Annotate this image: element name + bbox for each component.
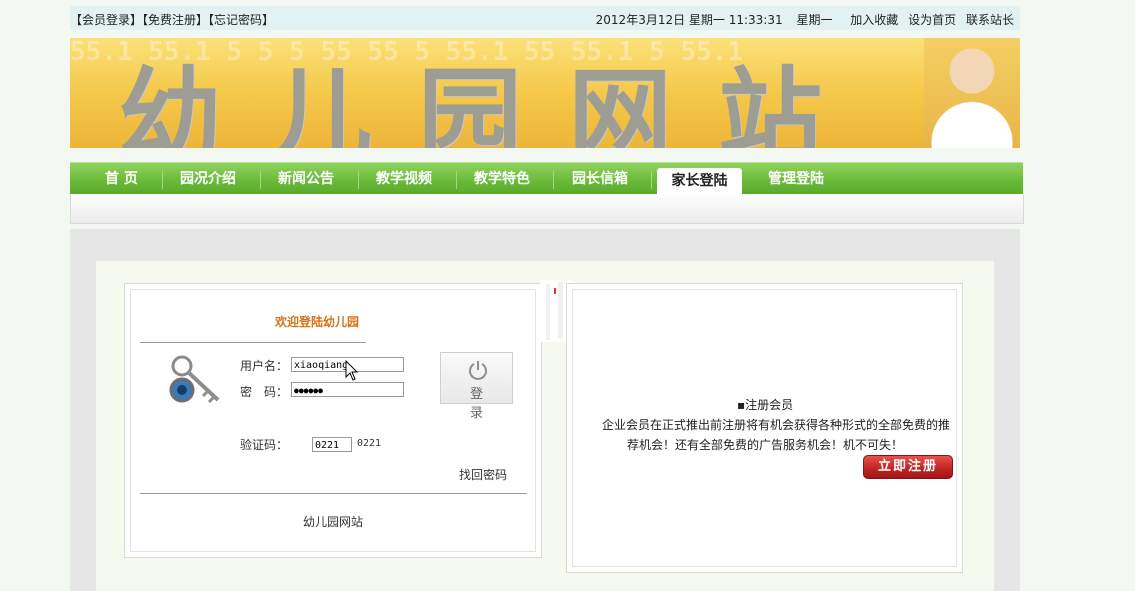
username-label: 用户名：: [240, 359, 289, 373]
register-now-button[interactable]: 立即注册: [863, 455, 953, 479]
nav-item-home[interactable]: 首 页: [105, 163, 138, 195]
nav-separator: [260, 171, 261, 189]
top-right-area: 2012年3月12日 星期一 11:33:31 星期一 加入收藏 设为首页 联系…: [590, 11, 1014, 28]
captcha-code: 0221: [357, 438, 382, 449]
nav-item-mailbox[interactable]: 园长信箱: [572, 163, 628, 195]
weekday-display: 星期一: [796, 13, 833, 27]
set-homepage-link[interactable]: 设为首页: [908, 13, 956, 27]
password-label: 密 码：: [240, 385, 289, 399]
register-title: ▪注册会员: [737, 398, 794, 412]
power-icon: [469, 361, 487, 380]
divider: [140, 493, 527, 494]
mouse-cursor-icon: [345, 360, 359, 381]
datetime-display: 2012年3月12日 星期一 11:33:31: [595, 13, 783, 27]
main-nav: 首 页 园况介绍 新闻公告 教学视频 教学特色 园长信箱 家长登陆 管理登陆: [70, 162, 1023, 195]
nav-item-admin-login[interactable]: 管理登陆: [768, 163, 824, 195]
nav-separator: [162, 171, 163, 189]
banner-title: 幼儿园网站: [118, 55, 869, 148]
nav-separator: [651, 171, 652, 189]
nav-item-videos[interactable]: 教学视频: [376, 163, 432, 195]
captcha-input[interactable]: 0221: [312, 437, 352, 452]
site-banner: 55.1 55.1 5 5 5 55 55 5 55.1 55 55.1 5 5…: [70, 38, 1020, 148]
nav-separator: [456, 171, 457, 189]
register-description-line2: 荐机会！还有全部免费的广告服务机会！机不可失！: [627, 438, 904, 452]
register-description-line1: 企业会员在正式推出前注册将有机会获得各种形式的全部免费的推: [602, 418, 951, 432]
welcome-heading: 欢迎登陆幼儿园: [275, 315, 360, 329]
top-bar: 【会员登录】【免费注册】【忘记密码】 2012年3月12日 星期一 11:33:…: [70, 6, 1020, 30]
captcha-label: 验证码：: [240, 438, 289, 452]
sub-nav-bar: [70, 194, 1024, 224]
nav-item-features[interactable]: 教学特色: [474, 163, 530, 195]
free-register-link[interactable]: 【免费注册】: [142, 13, 208, 27]
nav-separator: [358, 171, 359, 189]
nav-item-about[interactable]: 园况介绍: [180, 163, 236, 195]
divider: [140, 342, 366, 343]
login-button[interactable]: 登录: [440, 352, 513, 421]
nav-item-news[interactable]: 新闻公告: [278, 163, 334, 195]
forgot-password-link[interactable]: 【忘记密码】: [208, 13, 274, 27]
child-photo: [924, 38, 1020, 148]
contact-admin-link[interactable]: 联系站长: [966, 13, 1014, 27]
password-input[interactable]: ●●●●●●: [291, 382, 404, 397]
member-login-link[interactable]: 【会员登录】: [70, 13, 142, 27]
key-icon: [169, 355, 220, 404]
login-button-label: 登录: [469, 387, 501, 421]
nav-separator: [553, 171, 554, 189]
account-links: 【会员登录】【免费注册】【忘记密码】: [70, 11, 274, 28]
login-footer-text: 幼儿园网站: [303, 515, 364, 529]
add-bookmark-link[interactable]: 加入收藏: [850, 13, 898, 27]
find-password-link[interactable]: 找回密码: [459, 466, 507, 483]
nav-item-parent-login[interactable]: 家长登陆: [657, 168, 742, 195]
